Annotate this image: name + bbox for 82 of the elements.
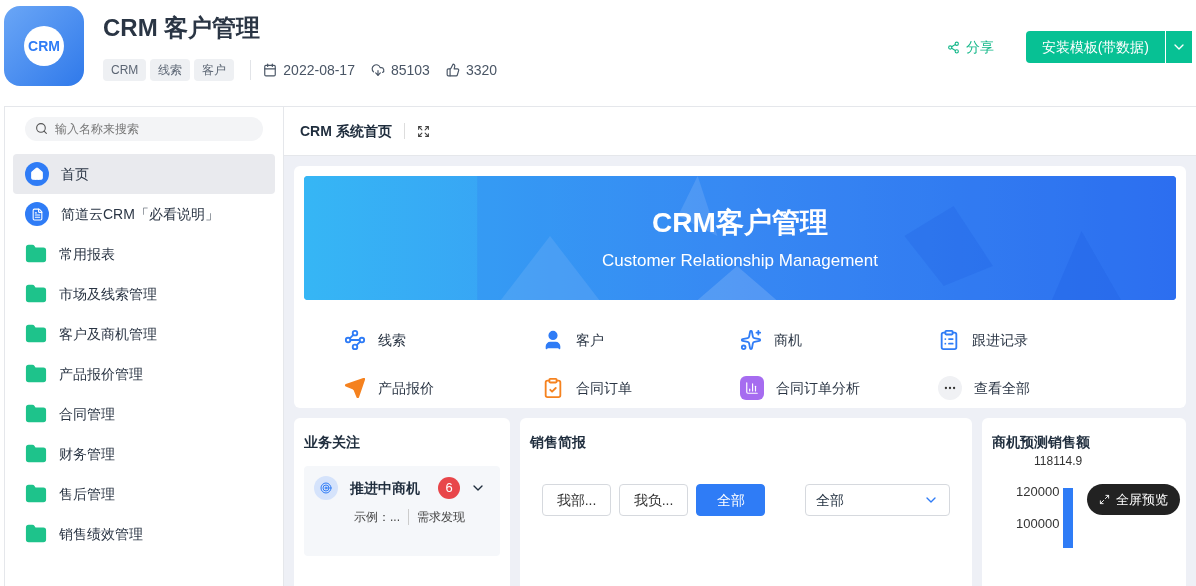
search-icon	[35, 122, 48, 135]
sidebar-item[interactable]: 简道云CRM「必看说明」	[13, 194, 275, 234]
tag: CRM	[103, 59, 147, 81]
shortcut-item[interactable]: 产品报价	[344, 376, 542, 400]
download-icon	[370, 63, 385, 77]
record-icon	[938, 329, 960, 351]
logo-text: CRM	[24, 26, 64, 66]
home-icon	[25, 162, 49, 186]
shortcut-item[interactable]: 商机	[740, 328, 938, 352]
focus-item[interactable]: 推进中商机 6 示例：... 需求发现	[304, 466, 500, 556]
fullscreen-icon[interactable]	[416, 124, 430, 138]
sidebar-item[interactable]: 产品报价管理	[13, 354, 275, 394]
sidebar-label: 市场及线索管理	[59, 284, 157, 304]
shortcut-item[interactable]: 合同订单分析	[740, 376, 938, 400]
sparkle-icon	[740, 329, 762, 351]
stage-text: 需求发现	[417, 509, 465, 526]
clipboard-icon	[542, 377, 564, 399]
sidebar-label: 产品报价管理	[59, 364, 143, 384]
banner-subtitle: Customer Relationship Management	[602, 250, 878, 273]
fullscreen-preview-button[interactable]: 全屏预览	[1087, 484, 1180, 515]
card-title: 销售简报	[530, 434, 586, 450]
chart-icon	[740, 376, 764, 400]
more-icon	[938, 376, 962, 400]
count-badge: 6	[438, 477, 460, 499]
page-title: CRM 系统首页	[300, 121, 392, 141]
sidebar-label: 合同管理	[59, 404, 115, 424]
example-text: 示例：...	[354, 509, 400, 526]
bar-value-label: 118114.9	[1034, 453, 1083, 470]
folder-icon	[25, 523, 47, 545]
app-title: CRM 客户管理	[103, 13, 262, 43]
folder-icon	[25, 483, 47, 505]
download-count: 85103	[390, 60, 430, 80]
like-icon	[445, 63, 460, 77]
sidebar-label: 客户及商机管理	[59, 324, 157, 344]
sidebar-item[interactable]: 常用报表	[13, 234, 275, 274]
target-icon	[314, 476, 338, 500]
folder-icon	[25, 443, 47, 465]
sidebar-label: 销售绩效管理	[59, 524, 143, 544]
folder-icon	[25, 243, 47, 265]
axis-label: 100000	[1016, 514, 1060, 533]
shortcut-item[interactable]: 查看全部	[938, 376, 1136, 400]
select-field[interactable]: 全部	[805, 484, 950, 516]
filter-button[interactable]: 我部...	[542, 484, 611, 516]
sidebar-label: 首页	[61, 164, 89, 184]
share-icon	[946, 40, 960, 54]
sidebar-item[interactable]: 财务管理	[13, 434, 275, 474]
calendar-icon	[263, 63, 278, 77]
sidebar-label: 售后管理	[59, 484, 115, 504]
card-title: 商机预测销售额	[992, 434, 1090, 450]
expand-icon	[1099, 494, 1110, 505]
publish-date: 2022-08-17	[283, 60, 355, 80]
sidebar-item[interactable]: 合同管理	[13, 394, 275, 434]
path-icon	[344, 329, 366, 351]
card-title: 业务关注	[304, 434, 360, 450]
folder-icon	[25, 363, 47, 385]
folder-icon	[25, 323, 47, 345]
document-icon	[25, 202, 49, 226]
sidebar-item[interactable]: 市场及线索管理	[13, 274, 275, 314]
folder-icon	[25, 403, 47, 425]
like-count: 3320	[465, 60, 498, 80]
filter-button[interactable]: 我负...	[619, 484, 688, 516]
shortcut-item[interactable]: 合同订单	[542, 376, 740, 400]
focus-label: 推进中商机	[350, 478, 420, 498]
sidebar-item[interactable]: 首页	[13, 154, 275, 194]
forecast-bar	[1063, 488, 1074, 548]
filter-button[interactable]: 全部	[696, 484, 765, 516]
folder-icon	[25, 283, 47, 305]
tag: 线索	[150, 59, 191, 81]
search-field[interactable]: 输入名称来搜索	[25, 117, 263, 141]
shortcut-item[interactable]: 线索	[344, 328, 542, 352]
sidebar-label: 常用报表	[59, 244, 115, 264]
send-icon	[344, 377, 366, 399]
sidebar-item[interactable]: 售后管理	[13, 474, 275, 514]
sidebar-item[interactable]: 销售绩效管理	[13, 514, 275, 554]
sidebar-label: 简道云CRM「必看说明」	[61, 204, 219, 224]
sidebar-item[interactable]: 客户及商机管理	[13, 314, 275, 354]
axis-label: 120000	[1016, 483, 1060, 501]
shortcut-item[interactable]: 跟进记录	[938, 328, 1136, 352]
banner-title: CRM客户管理	[652, 206, 828, 241]
tag: 客户	[194, 59, 235, 81]
shortcut-item[interactable]: 客户	[542, 328, 740, 352]
sidebar-label: 财务管理	[59, 444, 115, 464]
